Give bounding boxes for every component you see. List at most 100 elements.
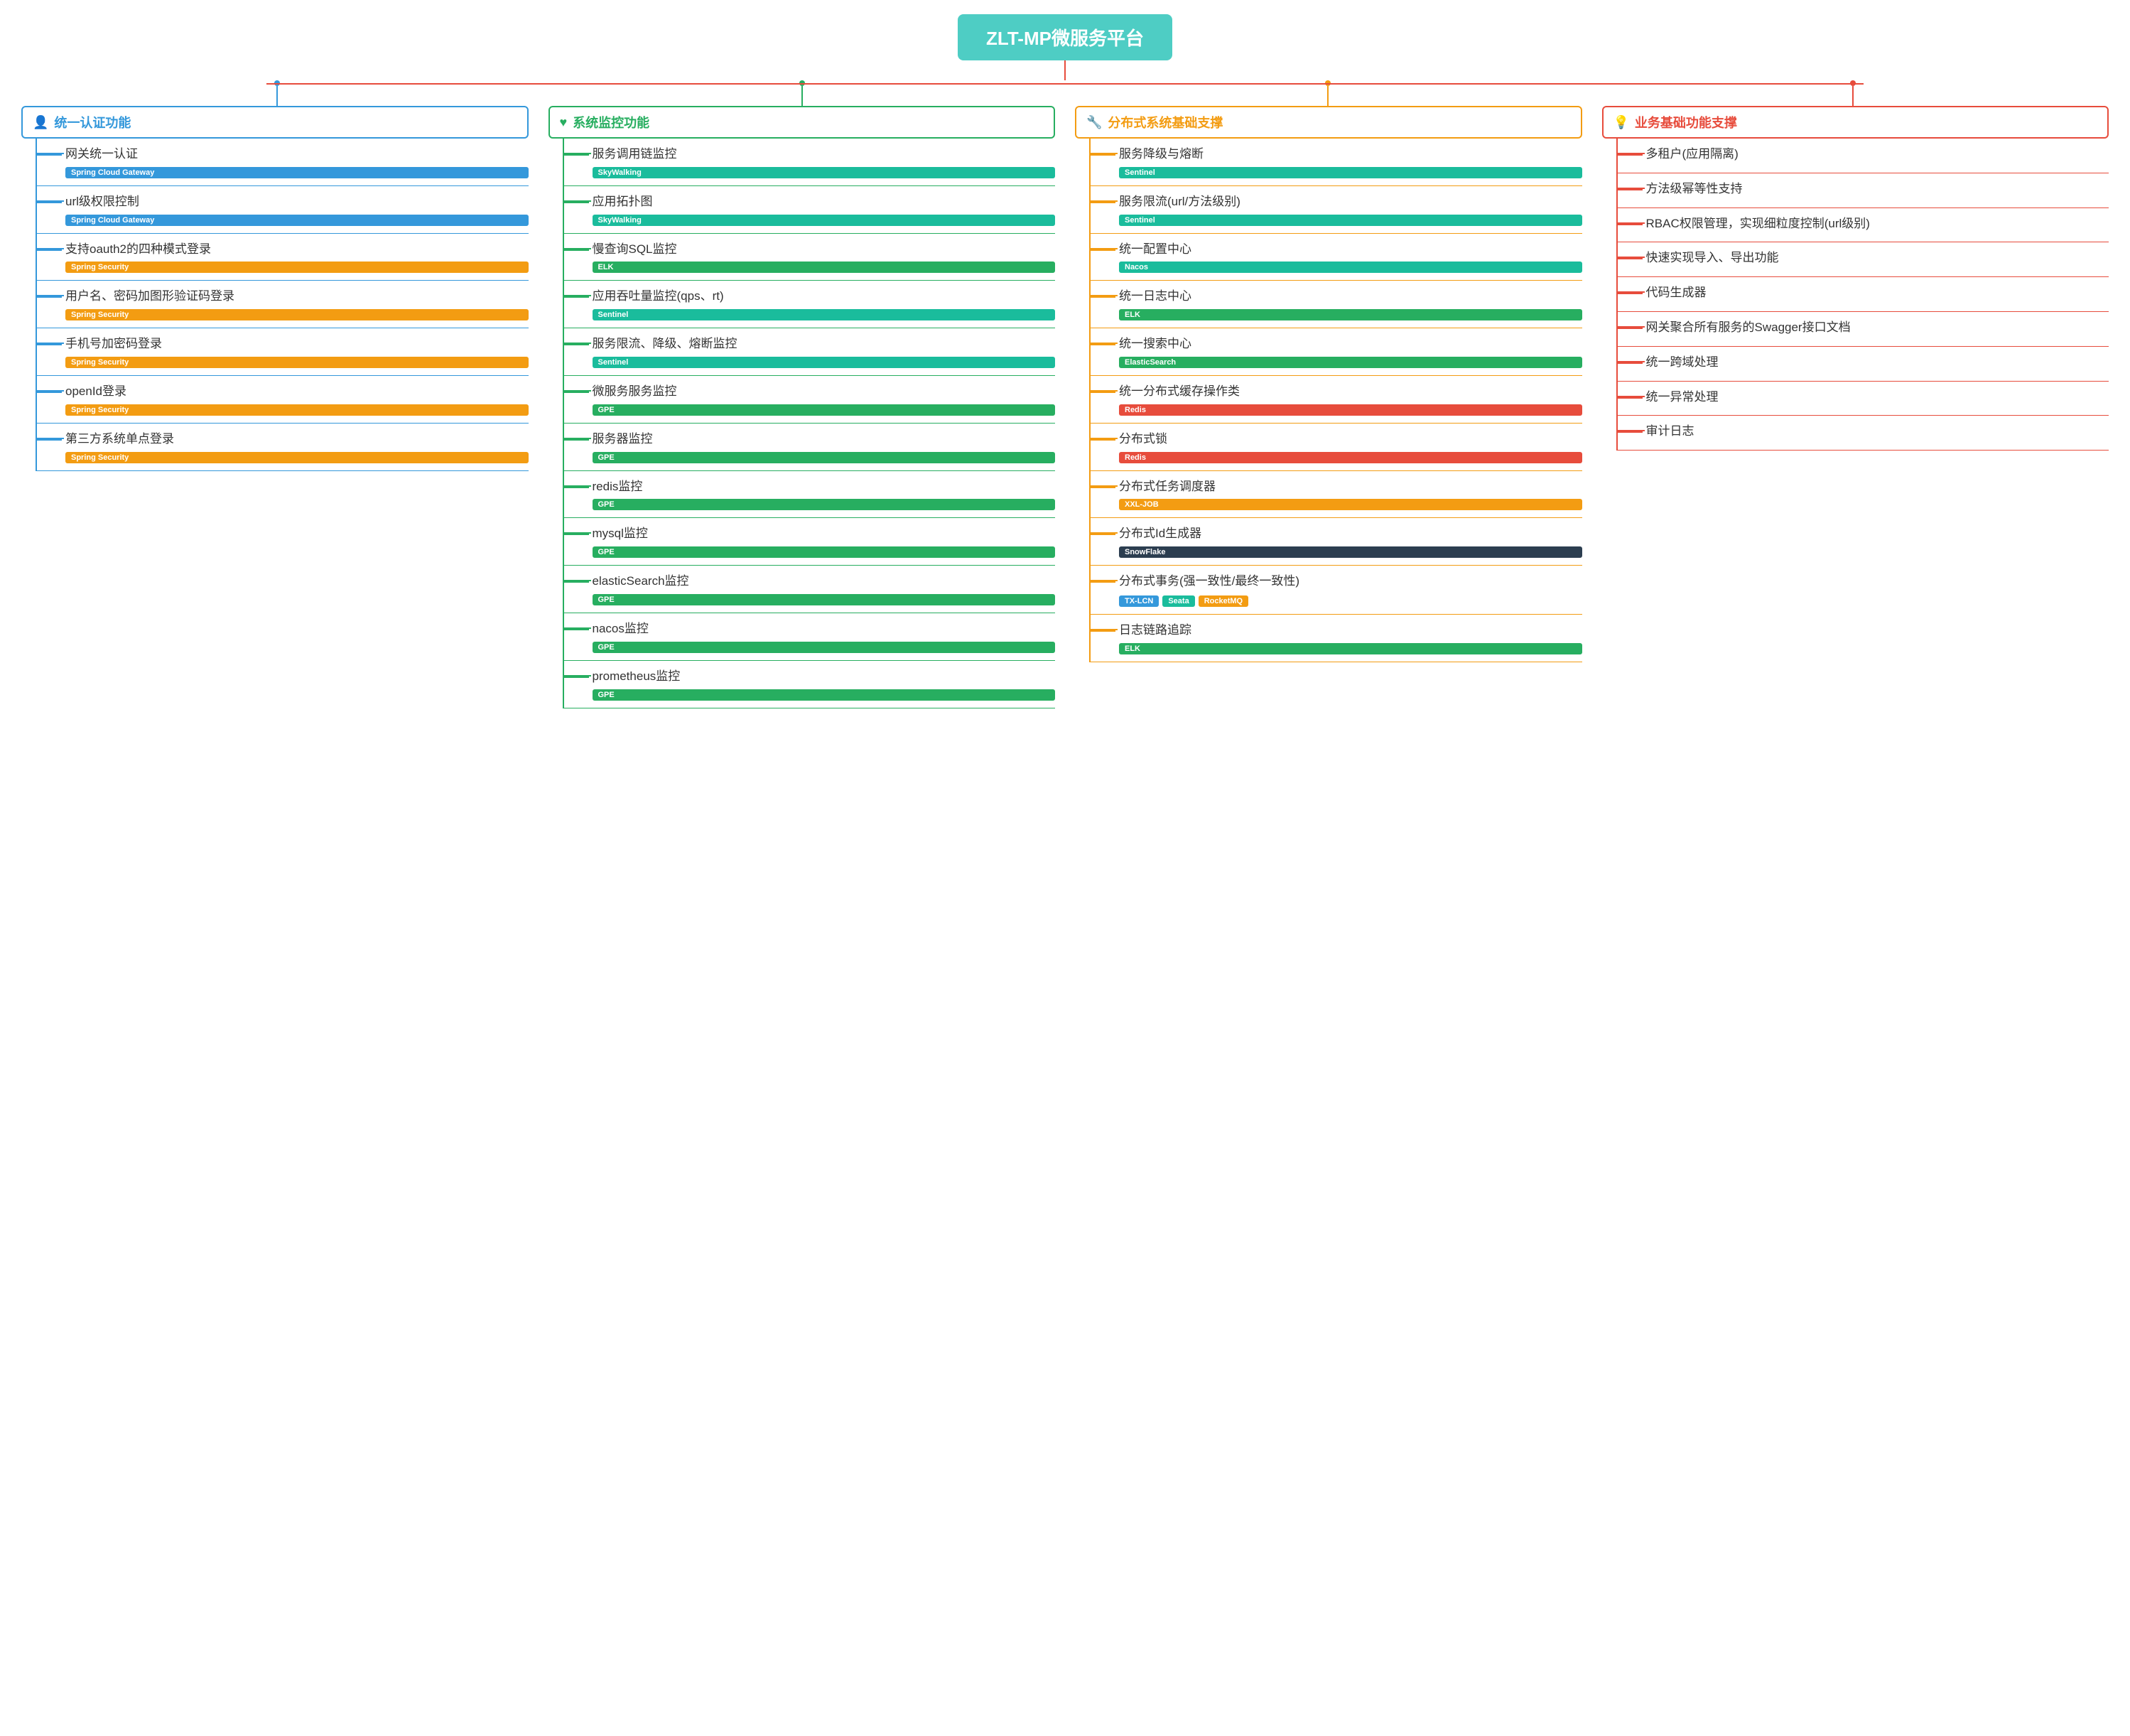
item-title: 日志链路追踪 [1119, 622, 1582, 639]
h-item-line [564, 153, 591, 154]
item-title: 统一分布式缓存操作类 [1119, 383, 1582, 400]
item-title: 审计日志 [1646, 423, 2109, 440]
item-title: 多租户(应用隔离) [1646, 146, 2109, 163]
column-auth: 👤 统一认证功能 网关统一认证 Spring Cloud Gateway url… [14, 106, 536, 471]
root-container: ZLT-MP微服务平台 👤 统一认证功能 [14, 14, 2116, 708]
item-tag: Sentinel [593, 357, 1056, 368]
section-header-biz: 💡 业务基础功能支撑 [1602, 106, 2109, 139]
item-tag: GPE [593, 642, 1056, 653]
list-item: 统一日志中心 ELK [1091, 281, 1582, 328]
h-item-line [1091, 153, 1118, 154]
item-title: mysql监控 [593, 525, 1056, 542]
list-item: 服务限流、降级、熔断监控 Sentinel [564, 328, 1056, 376]
item-tag: Sentinel [1119, 167, 1582, 178]
h-item-line [564, 200, 591, 202]
h-item-line [37, 248, 64, 249]
list-item: 网关统一认证 Spring Cloud Gateway [37, 139, 529, 186]
item-title: 服务限流(url/方法级别) [1119, 193, 1582, 210]
item-tag: ELK [1119, 309, 1582, 320]
list-item: elasticSearch监控 GPE [564, 566, 1056, 613]
biz-title: 业务基础功能支撑 [1635, 113, 1737, 131]
item-tag: Redis [1119, 404, 1582, 416]
h-item-line [564, 390, 591, 392]
list-item: 应用吞吐量监控(qps、rt) Sentinel [564, 281, 1056, 328]
item-title: 分布式任务调度器 [1119, 478, 1582, 495]
v-top-biz [1852, 86, 1854, 106]
h-item-line [1091, 390, 1118, 392]
item-title: 微服务服务监控 [593, 383, 1056, 400]
h-item-line [564, 580, 591, 581]
h-connector-line [266, 83, 1864, 85]
list-item: 统一异常处理 [1618, 382, 2109, 416]
item-title: 快速实现导入、导出功能 [1646, 249, 2109, 266]
item-title: 第三方系统单点登录 [65, 431, 529, 448]
item-title: 服务降级与熔断 [1119, 146, 1582, 163]
item-title: 代码生成器 [1646, 284, 2109, 301]
list-item: 服务限流(url/方法级别) Sentinel [1091, 186, 1582, 234]
h-item-line [564, 532, 591, 534]
list-item: 慢查询SQL监控 ELK [564, 234, 1056, 281]
item-tag-txlcn: TX-LCN [1119, 595, 1159, 607]
h-item-line [564, 248, 591, 249]
list-item: 分布式锁 Redis [1091, 424, 1582, 471]
h-item-line [37, 390, 64, 392]
item-tag: Redis [1119, 452, 1582, 463]
h-item-line [1618, 188, 1645, 189]
item-title: 统一搜索中心 [1119, 335, 1582, 352]
list-item: 分布式事务(强一致性/最终一致性) TX-LCN Seata RocketMQ [1091, 566, 1582, 615]
h-item-line [1618, 361, 1645, 362]
item-title: 统一配置中心 [1119, 241, 1582, 258]
item-title: 统一异常处理 [1646, 389, 2109, 406]
list-item: 用户名、密码加图形验证码登录 Spring Security [37, 281, 529, 328]
item-title: 慢查询SQL监控 [593, 241, 1056, 258]
list-item: 第三方系统单点登录 Spring Security [37, 424, 529, 471]
list-item: url级权限控制 Spring Cloud Gateway [37, 186, 529, 234]
item-tag: XXL-JOB [1119, 499, 1582, 510]
item-tag: Spring Security [65, 309, 529, 320]
h-item-line [1091, 485, 1118, 487]
root-v-line [1064, 60, 1066, 80]
list-item: 统一分布式缓存操作类 Redis [1091, 376, 1582, 424]
item-title: 手机号加密码登录 [65, 335, 529, 352]
h-item-line [1091, 532, 1118, 534]
h-item-line [1091, 580, 1118, 581]
item-title: 应用拓扑图 [593, 193, 1056, 210]
item-title: 服务器监控 [593, 431, 1056, 448]
multi-tags: TX-LCN Seata RocketMQ [1119, 594, 1582, 607]
item-tag: Spring Security [65, 452, 529, 463]
h-item-line [564, 627, 591, 629]
root-title: ZLT-MP微服务平台 [986, 28, 1144, 49]
item-title: 用户名、密码加图形验证码登录 [65, 288, 529, 305]
item-title: 分布式事务(强一致性/最终一致性) [1119, 573, 1582, 590]
v-top-monitor [801, 86, 803, 106]
list-item: RBAC权限管理，实现细粒度控制(url级别) [1618, 208, 2109, 243]
item-title: 方法级幂等性支持 [1646, 180, 2109, 198]
item-tag: Spring Cloud Gateway [65, 215, 529, 226]
list-item: 审计日志 [1618, 416, 2109, 451]
h-item-line [1618, 222, 1645, 224]
item-tag: GPE [593, 499, 1056, 510]
h-item-line [37, 343, 64, 344]
h-item-line [564, 675, 591, 676]
item-tag: SkyWalking [593, 167, 1056, 178]
h-item-line [1091, 295, 1118, 296]
list-item: 统一配置中心 Nacos [1091, 234, 1582, 281]
list-item: 服务器监控 GPE [564, 424, 1056, 471]
monitor-icon: ♥ [560, 115, 568, 130]
h-item-line [1091, 200, 1118, 202]
list-item: openId登录 Spring Security [37, 376, 529, 424]
v-top-dist [1327, 86, 1329, 106]
item-tag: GPE [593, 452, 1056, 463]
h-item-line [37, 153, 64, 154]
list-item: prometheus监控 GPE [564, 661, 1056, 708]
item-title: 分布式Id生成器 [1119, 525, 1582, 542]
h-item-line [1618, 153, 1645, 154]
item-tag: Sentinel [1119, 215, 1582, 226]
column-business: 💡 业务基础功能支撑 多租户(应用隔离) 方法级幂等性支持 [1595, 106, 2117, 451]
item-tag-rocketmq: RocketMQ [1199, 595, 1248, 607]
list-item: 方法级幂等性支持 [1618, 173, 2109, 208]
h-item-line [564, 295, 591, 296]
h-item-line [1091, 343, 1118, 344]
h-item-line [1618, 430, 1645, 431]
biz-icon: 💡 [1613, 115, 1629, 130]
